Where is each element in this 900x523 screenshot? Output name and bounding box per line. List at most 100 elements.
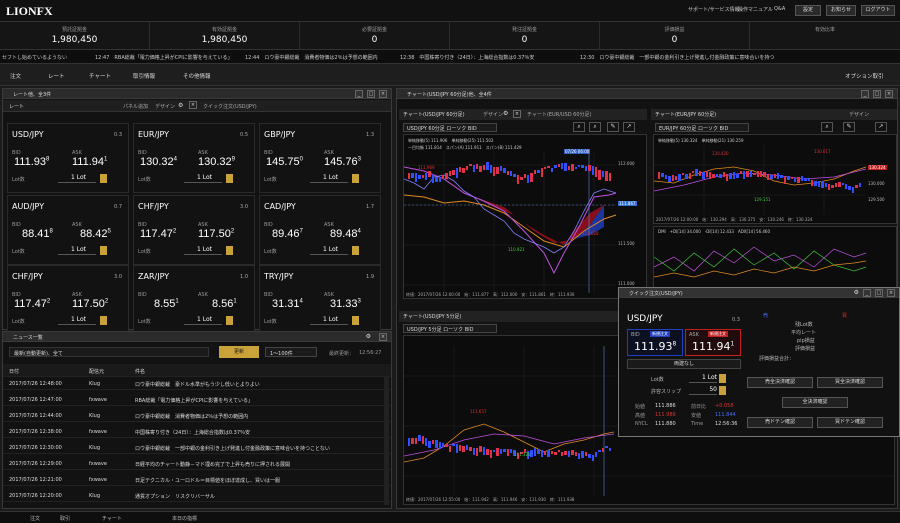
quick-bid-button[interactable]: BID 新規注文 111.938 [627,329,683,356]
bid-price[interactable]: 130.324 [140,156,177,168]
close-icon[interactable]: × [189,101,197,109]
minimize-icon[interactable]: _ [355,90,363,98]
chart3-symbol-select[interactable]: USD/JPY 5分足 ローソク BID [403,324,497,333]
close-icon[interactable]: × [513,110,521,118]
gear-icon[interactable]: ⚙ [503,110,508,117]
lot-input[interactable]: 1 Lot [58,246,96,255]
bid-price[interactable]: 111.938 [14,156,49,168]
close-all-button[interactable]: 全決済確認 [782,397,848,408]
sell-doten-button[interactable]: 売ドテン確認 [747,417,813,428]
lot-input[interactable]: 1 Lot [58,174,96,183]
buy-doten-button[interactable]: 買ドテン確認 [817,417,883,428]
chart2-tab[interactable]: チャート(EUR/USD 60分足) [527,111,591,118]
bottom-tab-trade[interactable]: 取引 [60,515,70,522]
table-row[interactable]: 2017/07/26 12:48:00 Klug ロウ豪中銀総裁 豪ドル水準がもう少… [3,377,391,390]
menu-order[interactable]: 注文 [10,72,21,80]
rate-card[interactable]: CHF/JPY 3.0 BID ASK 117.472 117.502 Lot数… [133,195,255,265]
bid-price[interactable]: 88.418 [22,228,53,240]
lot-stepper-icon[interactable] [352,316,359,325]
logout-button[interactable]: ログアウト [861,5,895,16]
news-filter[interactable]: 最新(自動更新)、全て [9,347,209,357]
lot-stepper-icon[interactable] [100,316,107,325]
minimize-icon[interactable]: _ [863,289,871,297]
table-row[interactable]: 2017/07/26 12:20:00 Klug 通貨オプション リスクリバーサル [3,489,391,502]
close-icon[interactable]: × [379,333,387,341]
table-row[interactable]: 2017/07/26 12:38:00 fxwave 中国株寄り付き（24日）：上海… [3,425,391,438]
table-row[interactable]: 2017/07/26 12:47:00 fxwave RBA総裁「電力価格上昇がCP… [3,393,391,406]
pair-name[interactable]: GBP/JPY [264,130,295,139]
position-mode-select[interactable]: 両建なし [627,359,741,369]
ask-price[interactable]: 88.425 [80,228,111,240]
update-button[interactable]: 更新 [219,346,259,358]
menu-chart[interactable]: チャート [89,72,111,80]
support-link[interactable]: サポート/サービス情報 [688,6,740,13]
bid-price[interactable]: 145.750 [266,156,303,168]
gear-icon[interactable]: ⚙ [854,289,859,296]
ticker-item[interactable]: セフトし始めているようない [2,54,67,61]
ticker-item[interactable]: 12:47 RBA総裁「電力価格上昇がCPIに影響を与えている」 [95,54,232,61]
lot-input[interactable]: 1 Lot [310,246,348,255]
rate-card[interactable]: CHF/JPY 3.0 BID ASK 117.472 117.502 Lot数… [7,265,129,335]
menu-rate[interactable]: レート [48,72,65,80]
bid-price[interactable]: 117.472 [140,228,176,240]
lot-stepper-icon[interactable] [352,246,359,255]
qa-link[interactable]: Q&A [774,6,785,12]
rate-card[interactable]: CAD/JPY 1.7 BID ASK 89.467 89.484 Lot数 1… [259,195,381,265]
zoom-out-icon[interactable]: ⌕ [589,122,601,132]
menu-other[interactable]: その他情報 [183,72,211,80]
close-icon[interactable]: × [887,289,895,297]
rate-card[interactable]: TRY/JPY 1.9 BID ASK 31.314 31.333 Lot数 1… [259,265,381,335]
lot-input[interactable]: 1 Lot [58,316,96,325]
zoom-in-icon[interactable]: ⌕ [821,122,833,132]
pair-name[interactable]: CHF/JPY [138,202,169,211]
chart2-symbol-select[interactable]: EUR/JPY 60分足 ローソク BID [655,123,749,132]
notice-button[interactable]: お知らせ [826,5,856,16]
table-row[interactable]: 2017/07/26 12:30:00 Klug ロウ豪中銀総裁 一部中銀の金利引き… [3,441,391,454]
lot-input[interactable]: 1 Lot [184,246,222,255]
quick-pair[interactable]: USD/JPY [627,314,663,324]
bottom-tab-chart[interactable]: チャート [102,515,122,522]
rate-card[interactable]: EUR/JPY 0.5 BID ASK 130.324 130.329 Lot数… [133,123,255,193]
usdjpy-60min-chart[interactable]: 単純移動(5) 111.906 単純移動(25) 111.502 一目均衡 11… [403,134,647,299]
ticker-item[interactable]: 12:38 中国株寄り付き（24日）：上海総合指数は0.37％安 [400,54,534,61]
rate-card[interactable]: GBP/JPY 1.3 BID ASK 145.750 145.763 Lot数… [259,123,381,193]
trend-icon[interactable]: ↗ [623,122,635,132]
pair-name[interactable]: ZAR/JPY [138,272,169,281]
trend-icon[interactable]: ↗ [875,122,887,132]
maximize-icon[interactable]: □ [875,289,883,297]
slip-input[interactable]: 50 [689,386,717,395]
lot-stepper-icon[interactable] [719,374,726,383]
pair-name[interactable]: USD/JPY [12,130,44,139]
range-select[interactable]: 1〜100件 [265,347,317,357]
lot-stepper-icon[interactable] [226,316,233,325]
ask-price[interactable]: 31.333 [330,298,361,310]
col-subject[interactable]: 件名 [135,368,145,375]
lot-stepper-icon[interactable] [352,174,359,183]
quick-ask-button[interactable]: ASK 新規注文 111.941 [685,329,741,356]
design-button[interactable]: デザイン [849,111,869,118]
maximize-icon[interactable]: □ [873,90,881,98]
rate-card[interactable]: ZAR/JPY 1.0 BID ASK 8.551 8.561 Lot数 1 L… [133,265,255,335]
rate-card[interactable]: USD/JPY 0.3 BID ASK 111.938 111.941 Lot数… [7,123,129,193]
close-icon[interactable]: × [379,90,387,98]
col-source[interactable]: 配信元 [89,368,104,375]
quick-order-tab[interactable]: クイック注文(USD/JPY) [203,103,257,110]
ask-price[interactable]: 111.941 [72,156,107,168]
scrollbar[interactable] [384,377,389,505]
table-row[interactable]: 2017/07/26 12:29:00 fxwave 日経平均のチャート動静－マド埋… [3,457,391,470]
eurjpy-title[interactable]: チャート(EUR/JPY 60分足) [655,111,716,118]
design-button[interactable]: デザイン [483,111,503,118]
lot-stepper-icon[interactable] [226,174,233,183]
chart1-tab[interactable]: チャート(USD/JPY 60分足) [403,111,465,118]
bid-price[interactable]: 31.314 [272,298,303,310]
zoom-in-icon[interactable]: ⌕ [573,122,585,132]
lot-stepper-icon[interactable] [100,174,107,183]
design-button[interactable]: デザイン [155,103,175,110]
ask-price[interactable]: 117.502 [72,298,108,310]
sell-close-all-button[interactable]: 売全決済確認 [747,377,813,388]
pair-name[interactable]: CHF/JPY [12,272,43,281]
table-row[interactable]: 2017/07/26 12:44:00 Klug ロウ豪中銀総裁 消費者物価は2％は… [3,409,391,422]
lot-input[interactable]: 1 Lot [184,174,222,183]
pair-name[interactable]: TRY/JPY [264,272,293,281]
menu-history[interactable]: 取引情報 [133,72,155,80]
